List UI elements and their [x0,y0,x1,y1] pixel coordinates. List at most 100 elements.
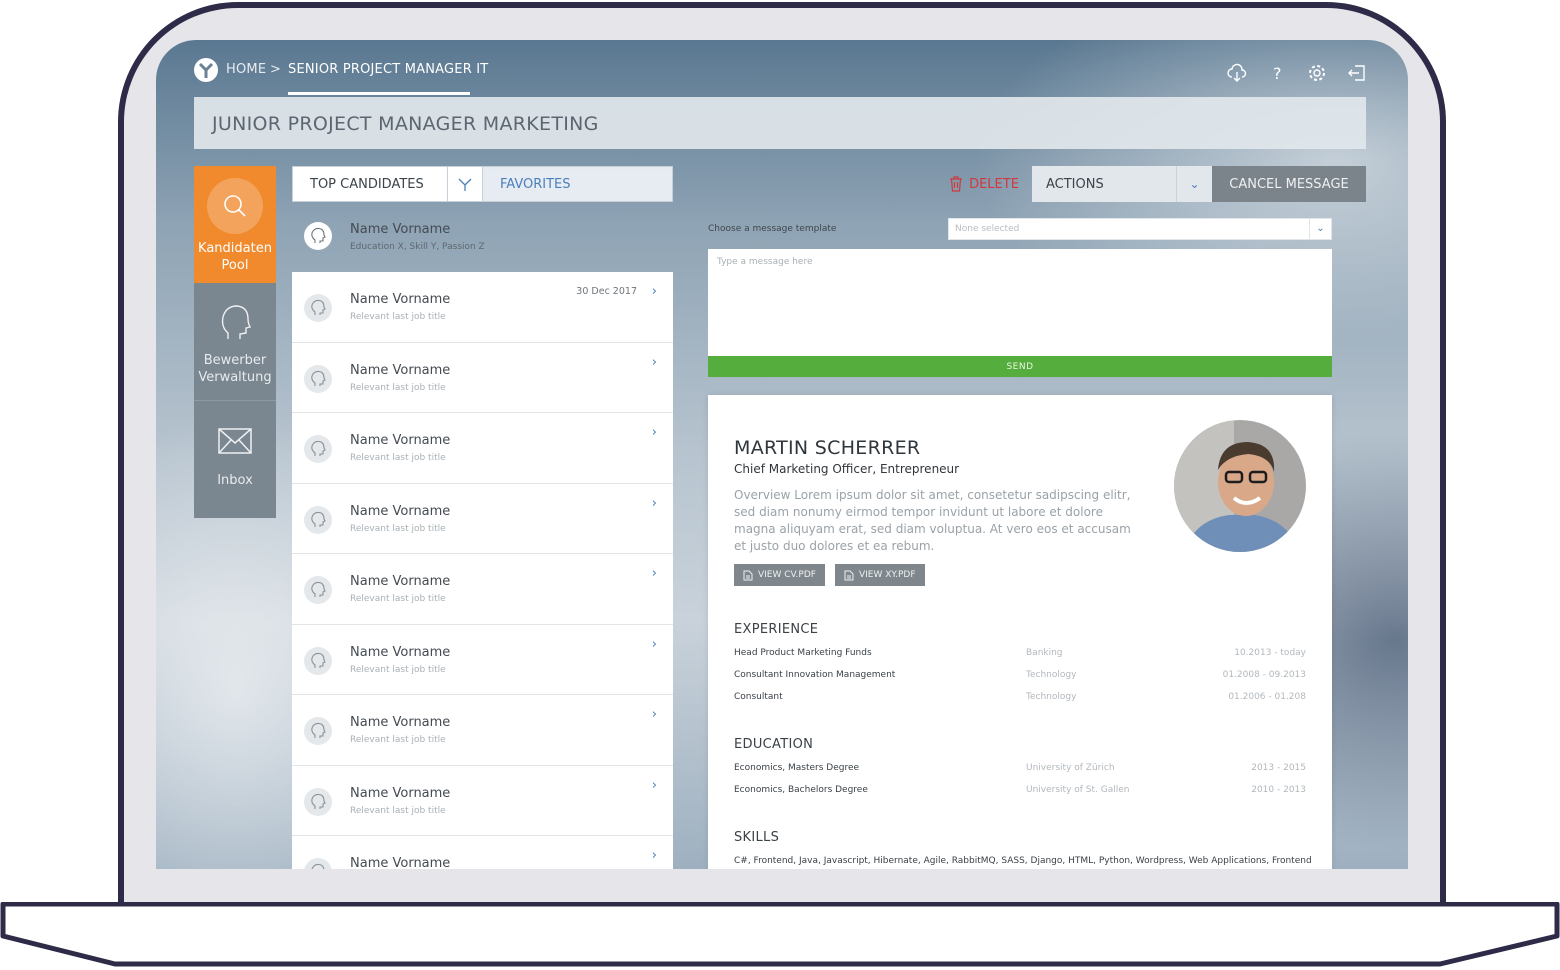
candidate-name: Name Vorname [350,856,451,869]
svg-text:?: ? [1273,64,1282,83]
app-logo-icon[interactable] [194,58,218,82]
logout-icon[interactable] [1346,62,1368,84]
experience-heading: EXPERIENCE [734,622,819,637]
list-item[interactable]: Name Vorname Relevant last job title › [292,695,673,766]
message-input[interactable]: Type a message here [708,249,1332,356]
head-profile-icon [218,303,252,348]
candidate-subtitle: Relevant last job title [350,312,446,322]
list-item[interactable]: Name Vorname Relevant last job title 30 … [292,272,673,343]
chevron-right-icon[interactable]: › [652,496,657,511]
education-heading: EDUCATION [734,737,814,752]
sidebar: Kandidaten Pool Bewerber Verwaltung Inbo… [194,166,276,518]
education-school: University of St. Gallen [1026,785,1130,795]
list-item[interactable]: Name Vorname Relevant last job title › [292,766,673,836]
candidate-name: Name Vorname [350,222,451,237]
candidate-subtitle: Education X, Skill Y, Passion Z [350,242,485,252]
top-icon-bar: ? [1226,62,1368,84]
skills-heading: SKILLS [734,830,780,845]
breadcrumb-home[interactable]: HOME [226,62,266,77]
list-item[interactable]: Name Vorname › [292,836,673,869]
avatar [304,576,332,604]
candidate-date: 30 Dec 2017 [576,286,637,297]
featured-candidate[interactable]: Name Vorname Education X, Skill Y, Passi… [292,202,673,272]
candidate-name: Name Vorname [350,433,451,448]
laptop-base [0,902,1560,967]
actions-dropdown[interactable]: ACTIONS ⌄ [1032,166,1212,202]
chevron-down-icon[interactable]: ⌄ [1176,166,1212,202]
message-placeholder: Type a message here [717,257,813,267]
envelope-icon [217,427,253,460]
education-period: 2010 - 2013 [1251,785,1306,795]
delete-label: DELETE [969,176,1019,192]
breadcrumb-separator: > [270,62,282,77]
sidebar-item-inbox[interactable]: Inbox [194,401,276,518]
chevron-right-icon[interactable]: › [652,425,657,440]
chevron-right-icon[interactable]: › [652,778,657,793]
experience-field: Technology [1026,692,1077,702]
avatar [304,717,332,745]
experience-field: Technology [1026,670,1077,680]
list-item[interactable]: Name Vorname Relevant last job title › [292,625,673,695]
send-button[interactable]: SEND [708,356,1332,377]
sidebar-item-label: Bewerber [203,353,267,368]
candidate-subtitle: Relevant last job title [350,735,446,745]
candidate-subtitle: Relevant last job title [350,664,446,675]
chevron-right-icon[interactable]: › [652,848,657,863]
chevron-right-icon[interactable]: › [652,707,657,722]
chevron-right-icon[interactable]: › [652,566,657,581]
education-degree: Economics, Masters Degree [734,763,860,773]
list-item[interactable]: Name Vorname Relevant last job title › [292,413,673,484]
document-icon [844,570,854,580]
tab-favorites[interactable]: FAVORITES [483,167,672,201]
breadcrumb-current[interactable]: SENIOR PROJECT MANAGER IT [288,62,488,77]
avatar [304,364,332,393]
candidate-subtitle: Relevant last job title [350,594,446,604]
help-icon[interactable]: ? [1266,62,1288,84]
candidate-name: Name Vorname [350,715,451,730]
view-xy-pdf-button[interactable]: VIEW XY.PDF [835,564,925,586]
view-cv-pdf-label: VIEW CV.PDF [758,570,816,580]
candidate-name: Name Vorname [350,503,451,519]
trash-icon [950,176,963,192]
sidebar-item-kandidaten-pool[interactable]: Kandidaten Pool [194,166,276,283]
page-title: JUNIOR PROJECT MANAGER MARKETING [212,113,599,135]
tab-top-candidates[interactable]: TOP CANDIDATES [293,167,447,201]
view-cv-pdf-button[interactable]: VIEW CV.PDF [734,564,825,586]
experience-period: 01.2006 - 01.208 [1228,692,1306,702]
education-period: 2013 - 2015 [1251,763,1306,773]
avatar [304,858,332,869]
candidate-subtitle: Relevant last job title [350,382,446,393]
document-icon [743,570,753,580]
chevron-right-icon[interactable]: › [652,355,657,370]
list-item[interactable]: Name Vorname Relevant last job title › [292,343,673,413]
chevron-down-icon[interactable]: ⌄ [1309,219,1331,239]
experience-role: Head Product Marketing Funds [734,648,872,658]
chevron-right-icon[interactable]: › [652,284,657,299]
filter-icon[interactable] [447,167,483,201]
education-degree: Economics, Bachelors Degree [734,785,868,795]
avatar [304,435,332,463]
app-screen: HOME > SENIOR PROJECT MANAGER IT ? JUNIO… [156,40,1408,869]
chevron-right-icon[interactable]: › [652,637,657,652]
cloud-download-icon[interactable] [1226,62,1248,84]
settings-gear-icon[interactable] [1306,62,1328,84]
top-navigation: HOME > SENIOR PROJECT MANAGER IT ? [156,40,1408,98]
experience-row: Consultant Technology 01.2006 - 01.208 [734,692,1306,706]
delete-button[interactable]: DELETE [936,166,1032,202]
avatar [304,294,332,322]
breadcrumb-active-underline [288,92,470,95]
list-item[interactable]: Name Vorname Relevant last job title › [292,554,673,625]
message-action-bar: DELETE ACTIONS ⌄ CANCEL MESSAGE [936,166,1366,202]
avatar [304,787,332,816]
candidate-tabs: TOP CANDIDATES FAVORITES [292,166,673,202]
profile-title: Chief Marketing Officer, Entrepreneur [734,462,960,476]
avatar [304,646,332,675]
sidebar-item-label: Verwaltung [198,370,272,385]
avatar [304,222,332,250]
cancel-message-button[interactable]: CANCEL MESSAGE [1212,166,1366,202]
list-item[interactable]: Name Vorname Relevant last job title › [292,484,673,554]
page-title-bar: JUNIOR PROJECT MANAGER MARKETING [194,97,1366,149]
template-select[interactable]: None selected ⌄ [948,218,1332,240]
sidebar-item-bewerber-verwaltung[interactable]: Bewerber Verwaltung [194,283,276,401]
candidate-list-panel: TOP CANDIDATES FAVORITES Name Vorname Ed… [292,166,673,869]
